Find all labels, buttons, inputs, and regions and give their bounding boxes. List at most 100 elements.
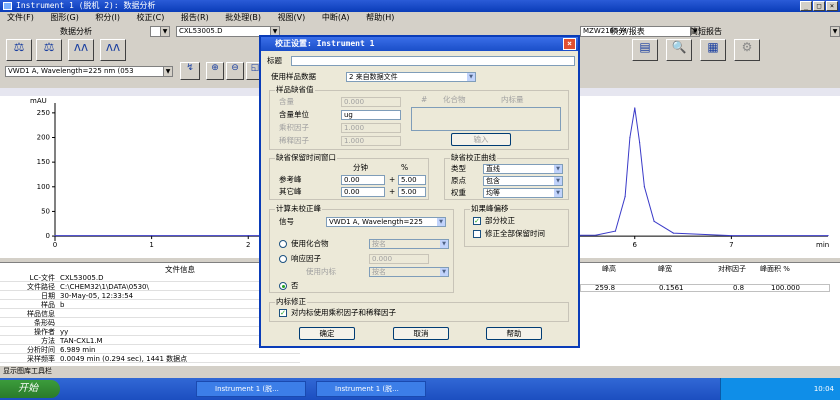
window-title-bar: Instrument 1 (脱机 2): 数据分析 _ □ × (0, 0, 840, 12)
title-label: 标题 (267, 56, 282, 65)
dialog-title: 校正设置: Instrument 1 (275, 39, 375, 48)
rt-window-title: 缺省保留时间窗口 (275, 153, 337, 163)
no-radio[interactable] (279, 282, 287, 290)
data-point (653, 220, 655, 222)
dilution-input[interactable]: 1.000 (341, 136, 401, 146)
unit-input[interactable]: ug (341, 110, 401, 120)
partial-cal-checkbox[interactable]: ✓ (473, 217, 481, 225)
other-plus: + (389, 187, 396, 196)
peak-table-row[interactable]: 259.8 0.1561 0.8 100.000 (580, 284, 830, 292)
input-button[interactable]: 输入 (451, 133, 511, 146)
data-point (247, 234, 249, 237)
correct-all-rt-label: 修正全部保留时间 (485, 229, 545, 238)
menu-abort[interactable]: 中断(A) (315, 12, 357, 24)
cancel-button[interactable]: 取消 (393, 327, 449, 340)
ref-peak-label: 参考峰 (279, 175, 302, 184)
data-point (730, 234, 732, 237)
origin-dropdown[interactable]: 包含 ▼ (483, 176, 563, 186)
ok-button[interactable]: 确定 (299, 327, 355, 340)
window-title: Instrument 1 (脱机 2): 数据分析 (16, 1, 156, 10)
dialog-close-button[interactable]: × (563, 38, 576, 50)
close-button[interactable]: × (826, 1, 838, 11)
multiplier-input[interactable]: 1.000 (341, 123, 401, 133)
y-axis-label: mAU (30, 97, 47, 105)
settings-icon[interactable]: ⚙ (734, 39, 760, 61)
peak-height-header: 峰高 (602, 265, 616, 273)
istd-list[interactable] (411, 107, 561, 131)
ref-peak-percent[interactable]: 5.00 (398, 175, 426, 185)
file-info-row: 样品信息 (0, 310, 300, 318)
menu-batch[interactable]: 批处理(B) (218, 12, 268, 24)
use-compound-dropdown[interactable]: 按名 ▼ (369, 239, 449, 249)
ref-peak-minutes[interactable]: 0.00 (341, 175, 385, 185)
report-template-icon[interactable]: ▦ (700, 39, 726, 61)
sample-data-dropdown[interactable]: 2 来自数据文件 ▼ (346, 72, 476, 82)
trace-tool-icon[interactable]: ↯ (180, 62, 200, 80)
signal-combo[interactable]: VWD1 A, Wavelength=225 nm (053 ▼ (5, 66, 173, 77)
y-tick-label: 0 (46, 232, 50, 240)
taskbar-item[interactable]: Instrument 1 (脱... (196, 381, 306, 397)
start-button[interactable]: 开始 (0, 380, 60, 398)
maximize-button[interactable]: □ (813, 1, 825, 11)
report-label: 简短报告 (690, 27, 722, 36)
file-info-row: 日期 30-May-05, 12:33:54 (0, 292, 300, 300)
origin-value: 包含 (486, 177, 500, 185)
signal-dropdown[interactable]: VWD1 A, Wavelength=225 ▼ (326, 217, 446, 227)
file-info-row: LC-文件 CXL53005.D (0, 274, 300, 282)
response-factor-radio[interactable] (279, 255, 287, 263)
taskbar-item[interactable]: Instrument 1 (脱... (316, 381, 426, 397)
chromatogram-icon[interactable]: ʌʌ (68, 39, 94, 61)
menu-report[interactable]: 报告(R) (174, 12, 216, 24)
use-istd-dropdown[interactable]: 按名 ▼ (369, 267, 449, 277)
uncal-title: 计算未校正峰 (275, 204, 322, 214)
response-factor-input[interactable]: 0.000 (369, 254, 429, 264)
amount-input[interactable]: 0.000 (341, 97, 401, 107)
dialog-title-bar: 校正设置: Instrument 1 × (261, 37, 578, 51)
report-print-icon[interactable]: ▤ (632, 39, 658, 61)
minimize-button[interactable]: _ (800, 1, 812, 11)
y-tick-label: 100 (37, 183, 50, 191)
signal-label: 信号 (279, 217, 294, 226)
report-preview-icon[interactable]: 🔍 (666, 39, 692, 61)
menu-calibration[interactable]: 校正(C) (130, 12, 172, 24)
weight-value: 均等 (486, 189, 500, 197)
use-compound-value: 按名 (372, 240, 386, 248)
menu-integration[interactable]: 积分(I) (88, 12, 127, 24)
weight-label: 权重 (451, 188, 466, 197)
zoom-out-icon[interactable]: ⊖ (226, 62, 244, 80)
report-dropdown[interactable]: ▼ (830, 26, 840, 37)
balance-icon[interactable]: ⚖ (6, 39, 32, 61)
peak-shift-group (464, 209, 569, 247)
use-compound-radio[interactable] (279, 240, 287, 248)
calibration-settings-dialog: 校正设置: Instrument 1 × 标题 使用样品数据 2 来自数据文件 ▼… (259, 35, 580, 348)
menu-help[interactable]: 帮助(H) (359, 12, 401, 24)
y-tick-label: 200 (37, 134, 50, 142)
view-mode-dropdown[interactable]: ▼ (150, 26, 170, 37)
title-input[interactable] (291, 56, 575, 66)
curve-type-dropdown[interactable]: 直线 ▼ (483, 164, 563, 174)
spectrum-icon[interactable]: ʌʌ (100, 39, 126, 61)
view-mode-label: 数据分析 (60, 27, 92, 36)
correct-all-rt-checkbox[interactable] (473, 230, 481, 238)
help-button[interactable]: 帮助 (486, 327, 542, 340)
zoom-in-icon[interactable]: ⊕ (206, 62, 224, 80)
clock: 10:04 (813, 385, 834, 393)
istd-col-amount: 内标量 (501, 95, 524, 104)
other-peak-percent[interactable]: 5.00 (398, 187, 426, 197)
menu-view[interactable]: 视图(V) (271, 12, 313, 24)
data-point (638, 141, 641, 144)
menu-file[interactable]: 文件(F) (0, 12, 41, 24)
y-tick-label: 50 (41, 207, 50, 215)
data-point (614, 230, 617, 232)
menu-graphics[interactable]: 图形(G) (43, 12, 85, 24)
data-point (634, 107, 636, 109)
file-info-key: 方法 (41, 337, 55, 345)
origin-label: 原点 (451, 176, 466, 185)
other-peak-minutes[interactable]: 0.00 (341, 187, 385, 197)
area-pct-cell: 100.000 (771, 284, 800, 292)
weight-dropdown[interactable]: 均等 ▼ (483, 188, 563, 198)
istd-mult-checkbox[interactable]: ✓ (279, 309, 287, 317)
calibration-icon[interactable]: ⚖ (36, 39, 62, 61)
use-istd-value: 按名 (372, 268, 386, 276)
file-info-row: 条形码 (0, 319, 300, 327)
